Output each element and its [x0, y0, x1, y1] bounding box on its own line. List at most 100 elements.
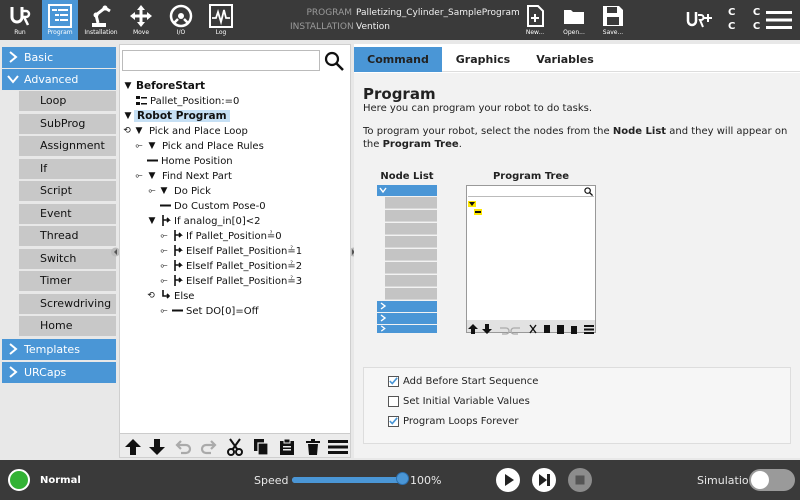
node-event[interactable]: Event	[19, 204, 116, 224]
robot-status-indicator[interactable]	[8, 469, 30, 491]
tree-node-beforestart[interactable]: BeforeStart	[136, 79, 205, 94]
suppress-icon[interactable]	[328, 438, 348, 456]
tree-node-if-analog[interactable]: If analog_in[0]<2	[160, 214, 261, 229]
play-button[interactable]	[496, 468, 520, 492]
nav-move[interactable]: Move	[124, 0, 158, 40]
simulation-label: Simulation	[697, 474, 756, 487]
open-folder-icon	[564, 10, 584, 24]
installation-name: Vention	[356, 22, 390, 32]
category-templates[interactable]: Templates	[2, 339, 116, 360]
tree-node-elseif-pallet-1[interactable]: ElseIf Pallet_Position≟1	[172, 244, 302, 259]
nav-installation[interactable]: Installation	[82, 0, 120, 40]
chevron-right-icon	[9, 51, 18, 63]
chevron-right-icon	[9, 343, 18, 355]
tree-node-robot-program[interactable]: Robot Program	[134, 109, 230, 124]
new-file-icon	[527, 5, 544, 27]
paste-icon[interactable]	[278, 438, 296, 456]
nav-program[interactable]: Program	[42, 0, 78, 40]
save-button[interactable]: Save...	[598, 0, 628, 40]
loop-node-icon: ⟲	[147, 291, 155, 301]
set-node-icon	[172, 309, 183, 312]
node-script[interactable]: Script	[19, 181, 116, 201]
simulation-toggle[interactable]	[749, 469, 795, 491]
tree-node-else[interactable]: Else	[160, 289, 194, 304]
nav-log[interactable]: Log	[204, 0, 238, 40]
node-list-item	[385, 288, 437, 300]
tree-node-pick-place-loop[interactable]: Pick and Place Loop	[149, 124, 248, 139]
tree-node-home-position[interactable]: Home Position	[147, 154, 233, 169]
category-urcaps[interactable]: URCaps	[2, 362, 116, 383]
copy-icon[interactable]	[252, 438, 270, 456]
node-if[interactable]: If	[19, 159, 116, 179]
expand-toggle-icon[interactable]: ▼	[134, 125, 144, 138]
tree-node-do-custom-pose[interactable]: Do Custom Pose-0	[160, 199, 266, 214]
program-icon	[48, 4, 72, 28]
delete-icon[interactable]	[304, 438, 322, 456]
tree-node-find-next-part[interactable]: Find Next Part	[162, 169, 232, 184]
category-advanced[interactable]: Advanced	[2, 69, 116, 90]
open-button[interactable]: Open...	[559, 0, 589, 40]
checkbox-unchecked[interactable]	[388, 396, 399, 407]
node-assignment[interactable]: Assignment	[19, 136, 116, 156]
tree-toolbar	[120, 433, 350, 457]
search-icon[interactable]	[322, 49, 346, 73]
tree-node-assignment[interactable]: Pallet_Position:=0	[136, 94, 239, 109]
tree-search-input[interactable]	[122, 50, 320, 71]
speed-slider[interactable]	[292, 477, 402, 483]
else-branch-icon	[162, 290, 171, 299]
command-panel: Command Graphics Variables Program Here …	[354, 44, 800, 458]
new-button[interactable]: New...	[520, 0, 550, 40]
expand-toggle-icon[interactable]: ▼	[147, 170, 157, 183]
node-list-title: Node List	[380, 171, 434, 182]
expand-toggle-icon[interactable]: ▼	[123, 80, 133, 93]
program-tree-illustration	[466, 185, 596, 335]
nav-io[interactable]: I/O	[164, 0, 198, 40]
checkbox-checked[interactable]	[388, 376, 399, 387]
step-button[interactable]	[532, 468, 556, 492]
node-list-item	[385, 223, 437, 235]
node-loop[interactable]: Loop	[19, 91, 116, 111]
cut-icon[interactable]	[226, 438, 244, 456]
command-content: Program Here you can program your robot …	[354, 73, 800, 458]
undo-icon[interactable]	[174, 438, 192, 456]
category-basic[interactable]: Basic	[2, 47, 116, 68]
node-timer[interactable]: Timer	[19, 271, 116, 291]
tree-node-do-pick[interactable]: Do Pick	[174, 184, 211, 199]
move-up-icon[interactable]	[124, 438, 142, 456]
node-list-item	[385, 275, 437, 287]
sequence-node-icon: ⟜	[160, 231, 168, 241]
loop-node-icon: ⟲	[123, 126, 131, 136]
stop-button[interactable]	[568, 468, 592, 492]
tree-node-set-do[interactable]: Set DO[0]=Off	[172, 304, 258, 319]
expand-toggle-icon[interactable]: ▼	[147, 140, 157, 153]
tree-node-if-pallet-0[interactable]: If Pallet_Position≟0	[172, 229, 282, 244]
redo-icon[interactable]	[200, 438, 218, 456]
nav-run[interactable]: Run	[2, 0, 38, 40]
expand-toggle-icon[interactable]: ▼	[147, 215, 157, 228]
sequence-node-icon: ⟜	[160, 246, 168, 256]
checkbox-checked[interactable]	[388, 416, 399, 427]
node-screwdriving[interactable]: Screwdriving	[19, 294, 116, 314]
tab-graphics[interactable]: Graphics	[442, 47, 524, 72]
sequence-node-icon: ⟜	[160, 306, 168, 316]
tab-command[interactable]: Command	[354, 47, 442, 72]
if-branch-icon	[174, 275, 183, 286]
node-thread[interactable]: Thread	[19, 226, 116, 246]
move-down-icon[interactable]	[148, 438, 166, 456]
tree-node-elseif-pallet-2[interactable]: ElseIf Pallet_Position≟2	[172, 259, 302, 274]
tab-variables[interactable]: Variables	[524, 47, 606, 72]
tree-node-pick-place-rules[interactable]: Pick and Place Rules	[162, 139, 264, 154]
tree-node-elseif-pallet-3[interactable]: ElseIf Pallet_Position≟3	[172, 274, 302, 289]
speed-slider-handle[interactable]	[396, 472, 409, 485]
placeholder-node-icon	[474, 209, 482, 215]
node-home[interactable]: Home	[19, 316, 116, 336]
move-arrows-icon	[130, 5, 152, 27]
hamburger-menu-icon[interactable]	[766, 10, 792, 30]
expand-toggle-icon[interactable]: ▼	[159, 185, 169, 198]
urcaps-plus-icon[interactable]	[686, 10, 714, 30]
if-branch-icon	[174, 230, 183, 241]
node-switch[interactable]: Switch	[19, 249, 116, 269]
node-subprog[interactable]: SubProg	[19, 114, 116, 134]
page-subtitle: Here you can program your robot to do ta…	[363, 103, 592, 114]
expand-toggle-icon[interactable]: ▼	[123, 110, 133, 123]
